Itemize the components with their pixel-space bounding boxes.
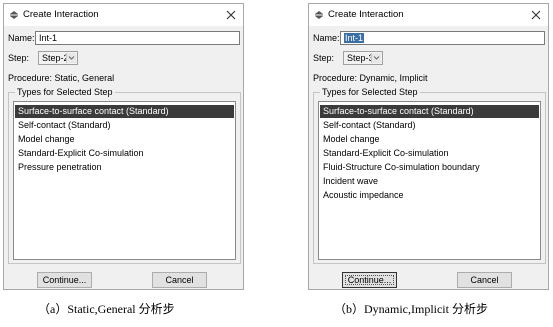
- types-listbox[interactable]: Surface-to-surface contact (Standard) Se…: [13, 101, 236, 260]
- create-interaction-dialog-b: Create Interaction Name: Int-1 Step: Ste…: [308, 3, 549, 290]
- abaqus-interaction-icon: [315, 11, 323, 19]
- list-item[interactable]: Standard-Explicit Co-simulation: [320, 147, 539, 160]
- chevron-down-icon: [373, 56, 380, 60]
- list-item[interactable]: Standard-Explicit Co-simulation: [15, 147, 234, 160]
- close-icon[interactable]: [528, 7, 544, 23]
- name-label: Name:: [8, 33, 35, 43]
- step-label: Step:: [313, 53, 335, 63]
- list-item[interactable]: Fluid-Structure Co-simulation boundary: [320, 161, 539, 174]
- procedure-value: Dynamic, Implicit: [359, 73, 428, 83]
- name-value: Int-1: [344, 33, 365, 43]
- types-group: Types for Selected Step Surface-to-surfa…: [313, 87, 546, 264]
- list-item[interactable]: Incident wave: [320, 175, 539, 188]
- dropdown-button[interactable]: [371, 53, 381, 63]
- procedure-value: Static, General: [54, 73, 115, 83]
- procedure-text: Procedure: Dynamic, Implicit: [313, 73, 428, 84]
- step-row: Step: Step-3: [313, 51, 393, 65]
- caption-b: （b）Dynamic,Implicit 分析步: [334, 302, 488, 316]
- step-value: Step-2: [42, 53, 69, 63]
- step-dropdown[interactable]: Step-3: [343, 51, 383, 65]
- name-value: Int-1: [39, 33, 58, 43]
- list-item[interactable]: Surface-to-surface contact (Standard): [320, 105, 539, 118]
- procedure-text: Procedure: Static, General: [8, 73, 114, 84]
- list-item[interactable]: Model change: [320, 133, 539, 146]
- continue-button[interactable]: Continue...: [342, 272, 397, 288]
- create-interaction-dialog-a: Create Interaction Name: Int-1 Step: Ste…: [3, 3, 244, 290]
- title-bar: Create Interaction: [4, 4, 243, 26]
- name-row: Name: Int-1: [313, 31, 545, 45]
- list-item[interactable]: Pressure penetration: [15, 161, 234, 174]
- cancel-button[interactable]: Cancel: [457, 272, 512, 288]
- title-bar: Create Interaction: [309, 4, 548, 26]
- list-item[interactable]: Self-contact (Standard): [15, 119, 234, 132]
- close-icon[interactable]: [223, 7, 239, 23]
- procedure-label: Procedure:: [8, 73, 53, 83]
- name-input[interactable]: Int-1: [340, 31, 545, 45]
- list-item[interactable]: Self-contact (Standard): [320, 119, 539, 132]
- dialog-title: Create Interaction: [23, 9, 99, 20]
- cancel-button[interactable]: Cancel: [152, 272, 207, 288]
- procedure-label: Procedure:: [313, 73, 358, 83]
- list-item[interactable]: Acoustic impedance: [320, 189, 539, 202]
- dialog-title: Create Interaction: [328, 9, 404, 20]
- step-row: Step: Step-2: [8, 51, 88, 65]
- dropdown-button[interactable]: [66, 53, 76, 63]
- continue-button[interactable]: Continue...: [37, 272, 92, 288]
- list-item[interactable]: Surface-to-surface contact (Standard): [15, 105, 234, 118]
- procedure-row: Procedure: Dynamic, Implicit: [313, 71, 545, 85]
- list-item[interactable]: Model change: [15, 133, 234, 146]
- name-row: Name: Int-1: [8, 31, 240, 45]
- name-label: Name:: [313, 33, 340, 43]
- types-group-title: Types for Selected Step: [320, 87, 420, 98]
- types-listbox[interactable]: Surface-to-surface contact (Standard) Se…: [318, 101, 541, 260]
- step-label: Step:: [8, 53, 30, 63]
- name-input[interactable]: Int-1: [35, 31, 240, 45]
- caption-a: （a）Static,General 分析步: [38, 302, 175, 316]
- types-group: Types for Selected Step Surface-to-surfa…: [8, 87, 241, 264]
- chevron-down-icon: [68, 56, 75, 60]
- step-dropdown[interactable]: Step-2: [38, 51, 78, 65]
- procedure-row: Procedure: Static, General: [8, 71, 240, 85]
- types-group-title: Types for Selected Step: [15, 87, 115, 98]
- abaqus-interaction-icon: [10, 11, 18, 19]
- step-value: Step-3: [347, 53, 374, 63]
